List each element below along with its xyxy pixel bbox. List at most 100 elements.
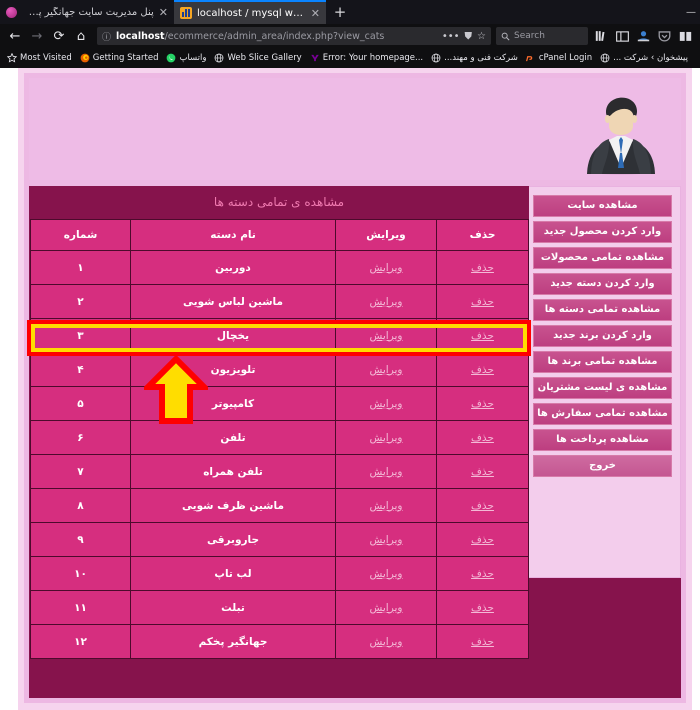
bookmark-label: Web Slice Gallery — [227, 53, 302, 63]
cell-category-name: ماشین لباس شویی — [130, 284, 336, 319]
categories-table: حذف ویرایش نام دسته شماره حذف ویرایش دوربی… — [30, 219, 529, 659]
edit-link[interactable]: ویرایش — [369, 500, 402, 512]
delete-link[interactable]: حذف — [471, 364, 494, 376]
sidebar-item-view-all-categories[interactable]: مشاهده تمامی دسته ها — [533, 299, 672, 321]
bookmark-web-slice-gallery[interactable]: Web Slice Gallery — [210, 53, 305, 63]
sidebar-item-view-all-products[interactable]: مشاهده تمامی محصولات — [533, 247, 672, 269]
cell-edit: ویرایش — [335, 420, 437, 455]
minimize-button[interactable]: — — [686, 7, 696, 18]
reader-icon[interactable] — [678, 29, 692, 43]
sidebar-item-view-all-brands[interactable]: مشاهده تمامی برند ها — [533, 351, 672, 373]
tab-favicon-icon — [180, 7, 192, 19]
table-row: حذف ویرایش تلفن همراه ۷ — [30, 454, 529, 489]
cell-number: ۳ — [30, 318, 131, 353]
cell-delete: حذف — [436, 318, 529, 353]
screenshot-root: پنل مدیریت سایت جهانگیر پخکم ✕ localhost… — [0, 0, 700, 710]
tab-close-icon[interactable]: ✕ — [311, 7, 320, 20]
delete-link[interactable]: حذف — [471, 432, 494, 444]
delete-link[interactable]: حذف — [471, 534, 494, 546]
pocket-icon[interactable] — [657, 29, 671, 43]
bookmark-label: واتساپ — [179, 53, 207, 63]
bookmark-sherkat-fani[interactable]: شرکت فنی و مهند... — [427, 53, 522, 63]
cell-edit: ویرایش — [335, 488, 437, 523]
edit-link[interactable]: ویرایش — [369, 432, 402, 444]
delete-link[interactable]: حذف — [471, 636, 494, 648]
bookmark-getting-started[interactable]: Getting Started — [76, 53, 163, 63]
column-header-delete: حذف — [436, 219, 529, 251]
bookmark-most-visited[interactable]: Most Visited — [3, 53, 76, 63]
delete-link[interactable]: حذف — [471, 568, 494, 580]
sidebar-item-insert-category[interactable]: وارد کردن دسته جدید — [533, 273, 672, 295]
sidebar-item-view-payments[interactable]: مشاهده پرداخت ها — [533, 429, 672, 451]
bookmark-whatsapp[interactable]: واتساپ — [162, 53, 210, 63]
search-placeholder: Search — [514, 31, 545, 41]
edit-link[interactable]: ویرایش — [369, 262, 402, 274]
bookmark-pishkhan[interactable]: پیشخوان › شرکت ... — [596, 53, 692, 63]
bookmark-cpanel-login[interactable]: cPanel Login — [522, 53, 596, 63]
delete-link[interactable]: حذف — [471, 330, 494, 342]
globe-icon — [431, 53, 441, 63]
tab-close-icon[interactable]: ✕ — [159, 6, 168, 19]
edit-link[interactable]: ویرایش — [369, 330, 402, 342]
cell-number: ۱۲ — [30, 624, 131, 659]
new-tab-button[interactable]: + — [326, 0, 354, 24]
cell-edit: ویرایش — [335, 624, 437, 659]
table-row: حذف ویرایش تبلت ۱۱ — [30, 590, 529, 625]
address-bar[interactable]: ⓘ localhost/ecommerce/admin_area/index.p… — [97, 27, 491, 45]
account-icon[interactable] — [636, 29, 650, 43]
bookmark-error-homepage[interactable]: Error: Your homepage... — [306, 53, 427, 63]
browser-tab-admin-panel[interactable]: پنل مدیریت سایت جهانگیر پخکم ✕ — [22, 0, 174, 24]
sidebar-item-view-site[interactable]: مشاهده سایت — [533, 195, 672, 217]
library-icon[interactable] — [594, 29, 608, 43]
delete-link[interactable]: حذف — [471, 602, 494, 614]
browser-tab-phpmyadmin[interactable]: localhost / mysql wampserver / ec ✕ — [174, 0, 326, 24]
cell-edit: ویرایش — [335, 250, 437, 285]
web-page: مشاهده سایت وارد کردن محصول جدید مشاهده … — [0, 68, 700, 710]
back-icon[interactable]: ← — [4, 25, 26, 47]
edit-link[interactable]: ویرایش — [369, 602, 402, 614]
delete-link[interactable]: حذف — [471, 466, 494, 478]
cell-edit: ویرایش — [335, 386, 437, 421]
browser-chrome: پنل مدیریت سایت جهانگیر پخکم ✕ localhost… — [0, 0, 700, 68]
edit-link[interactable]: ویرایش — [369, 364, 402, 376]
cell-number: ۹ — [30, 522, 131, 557]
edit-link[interactable]: ویرایش — [369, 398, 402, 410]
edit-link[interactable]: ویرایش — [369, 296, 402, 308]
cell-category-name: کامپیوتر — [130, 386, 336, 421]
forward-icon[interactable]: → — [26, 25, 48, 47]
cell-category-name: یخچال — [130, 318, 336, 353]
column-header-cat-name: نام دسته — [130, 219, 336, 251]
firefox-icon — [80, 53, 90, 63]
cpanel-icon — [525, 56, 533, 62]
delete-link[interactable]: حذف — [471, 262, 494, 274]
star-outline-icon — [7, 53, 17, 63]
edit-link[interactable]: ویرایش — [369, 636, 402, 648]
cell-edit: ویرایش — [335, 284, 437, 319]
delete-link[interactable]: حذف — [471, 296, 494, 308]
reload-icon[interactable]: ⟳ — [48, 25, 70, 47]
sidebar-item-view-all-orders[interactable]: مشاهده تمامی سفارش ها — [533, 403, 672, 425]
cell-edit: ویرایش — [335, 556, 437, 591]
delete-link[interactable]: حذف — [471, 398, 494, 410]
url-path: /ecommerce/admin_area/index.php?view_cat… — [164, 30, 385, 42]
edit-link[interactable]: ویرایش — [369, 534, 402, 546]
sidebar-item-logout[interactable]: خروج — [533, 455, 672, 477]
bookmark-star-icon[interactable]: ☆ — [477, 31, 486, 42]
cell-category-name: تلویزیون — [130, 352, 336, 387]
cell-number: ۶ — [30, 420, 131, 455]
window-controls: — — [686, 0, 700, 24]
delete-link[interactable]: حذف — [471, 500, 494, 512]
cell-number: ۱ — [30, 250, 131, 285]
globe-icon — [215, 53, 224, 63]
home-icon[interactable]: ⌂ — [70, 25, 92, 47]
tracking-shield-icon[interactable]: ⛊ — [465, 31, 473, 42]
sidebar-item-insert-product[interactable]: وارد کردن محصول جدید — [533, 221, 672, 243]
edit-link[interactable]: ویرایش — [369, 466, 402, 478]
edit-link[interactable]: ویرایش — [369, 568, 402, 580]
page-actions-icon[interactable]: ••• — [442, 31, 460, 42]
sidebar-icon[interactable] — [615, 29, 629, 43]
sidebar-item-insert-brand[interactable]: وارد کردن برند جدید — [533, 325, 672, 347]
site-info-icon[interactable]: ⓘ — [102, 30, 111, 43]
sidebar-item-customer-list[interactable]: مشاهده ی لیست مشتریان — [533, 377, 672, 399]
search-bar[interactable]: Search — [496, 27, 588, 45]
